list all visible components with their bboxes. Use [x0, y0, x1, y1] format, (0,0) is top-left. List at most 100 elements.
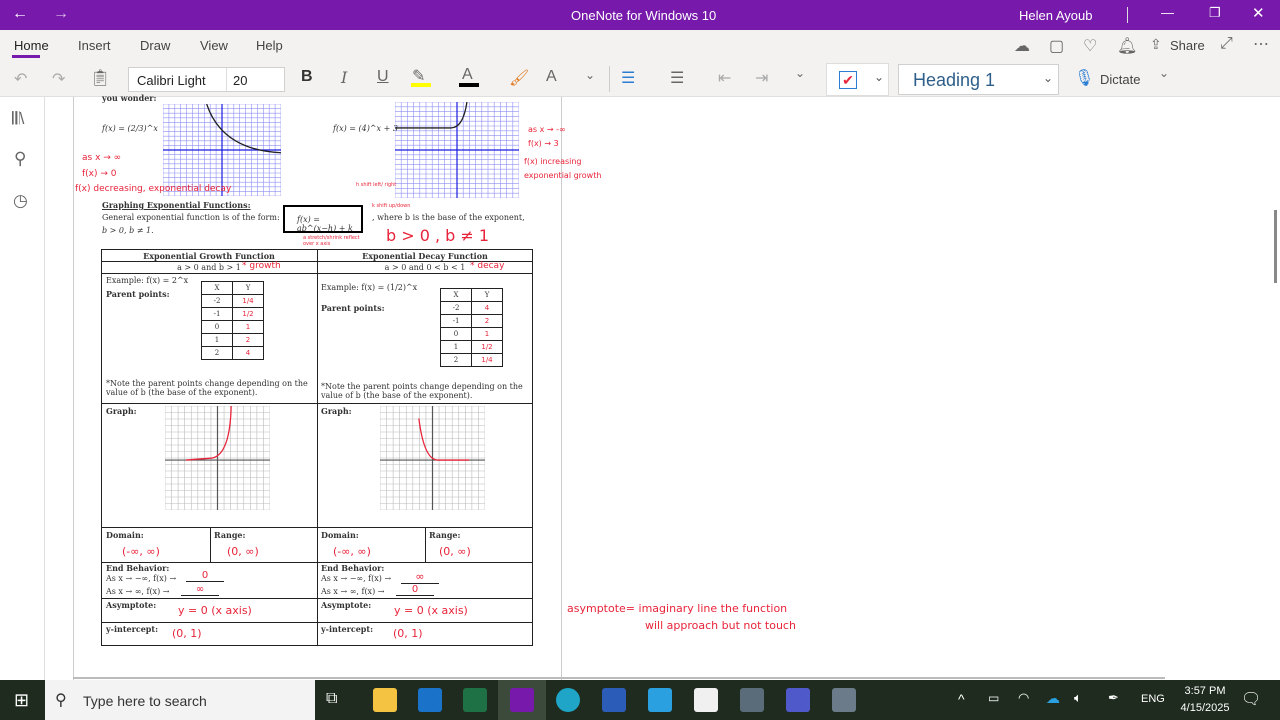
format-painter-icon[interactable]: 🖌︎ [509, 68, 529, 88]
recent-clock-icon[interactable]: ◷ [13, 191, 28, 211]
camera-icon[interactable] [832, 688, 856, 712]
divider [101, 403, 533, 404]
dictate-button[interactable]: Dictate [1100, 72, 1140, 87]
clock-date[interactable]: 4/15/2025 [1174, 702, 1236, 714]
edge-icon[interactable] [556, 688, 580, 712]
vertical-scrollbar[interactable] [1274, 210, 1277, 283]
battery-icon[interactable]: ▭ [988, 691, 999, 705]
divider [101, 598, 533, 599]
growth-condition: a > 0 and b > 1 [177, 263, 241, 272]
italic-button[interactable]: I [341, 68, 347, 87]
decay-domain-label: Domain: [321, 530, 359, 540]
store-icon[interactable] [694, 688, 718, 712]
restore-icon[interactable]: ❐ [1209, 5, 1221, 21]
taskbar-search[interactable]: ⚲ Type here to search [45, 680, 315, 720]
style-selector[interactable]: Heading 1 ⌄ [898, 64, 1059, 95]
underline-button[interactable]: U [377, 68, 389, 86]
tab-insert[interactable]: Insert [78, 38, 111, 53]
undo-icon[interactable]: ↶ [14, 69, 27, 89]
close-icon[interactable]: ✕ [1252, 4, 1265, 22]
chevron-down-icon[interactable]: ⌄ [874, 70, 884, 84]
search-icon[interactable]: ⚲ [14, 149, 26, 169]
function-1: f(x) = (2/3)^x [102, 124, 158, 133]
bold-button[interactable]: B [301, 68, 313, 86]
horizontal-scrollbar[interactable] [73, 677, 1165, 679]
decay-note: *Note the parent points change depending… [321, 382, 523, 400]
style-name[interactable]: Heading 1 [913, 70, 995, 91]
growth-end-2-value: ∞ [181, 584, 219, 596]
numbered-list-icon[interactable]: ☰ [670, 68, 684, 88]
ink-annotation-a: a stretch/shrink reflect over x axis [303, 235, 360, 247]
table-row: 24 [201, 346, 264, 360]
divider [425, 527, 426, 562]
minimize-icon[interactable]: — [1161, 5, 1174, 20]
clipboard-icon[interactable]: 📋︎ [90, 68, 110, 88]
font-size[interactable]: 20 [233, 73, 247, 88]
onedrive-icon[interactable]: ☁ [1046, 690, 1060, 707]
decrease-indent-icon[interactable]: ⇤ [718, 68, 731, 88]
decay-asymptote: y = 0 (x axis) [394, 604, 468, 617]
growth-graph [165, 406, 270, 510]
growth-example: Example: f(x) = 2^x [106, 276, 189, 285]
notebooks-icon[interactable]: 𝄃𝄃\ [12, 109, 24, 129]
todo-checkbox-icon[interactable]: ✔ [839, 71, 857, 89]
forward-arrow-icon[interactable]: → [53, 5, 69, 23]
excel-icon[interactable] [463, 688, 487, 712]
y-value: 1/2 [232, 307, 264, 321]
conditions-text: b > 0, b ≠ 1. [102, 226, 154, 235]
task-view-icon[interactable]: ⧉ [326, 690, 350, 714]
share-icon[interactable]: ⇪ [1150, 36, 1162, 53]
chevron-down-icon[interactable]: ⌄ [795, 66, 805, 80]
font-color-button[interactable]: A [462, 66, 473, 84]
redo-icon[interactable]: ↷ [52, 69, 65, 89]
pen-icon[interactable]: ✒ [1108, 690, 1119, 706]
tag-selector[interactable]: ✔ ⌄ [826, 63, 889, 96]
language[interactable]: ENG [1141, 693, 1165, 705]
back-arrow-icon[interactable]: ← [12, 5, 28, 23]
where-text: , where b is the base of the exponent, [372, 213, 525, 222]
file-explorer-icon[interactable] [373, 688, 397, 712]
tab-view[interactable]: View [200, 38, 228, 53]
tab-draw[interactable]: Draw [140, 38, 170, 53]
divider [317, 249, 318, 646]
sync-icon[interactable]: ☁ [1014, 36, 1030, 56]
search-placeholder[interactable]: Type here to search [83, 693, 207, 709]
bullet-list-icon[interactable]: ☰ [621, 68, 635, 88]
tab-home[interactable]: Home [14, 38, 49, 53]
wifi-icon[interactable]: ◠ [1018, 690, 1029, 706]
teams-icon[interactable] [786, 688, 810, 712]
chevron-down-icon[interactable]: ⌄ [585, 68, 595, 82]
cut-text: you wonder: [102, 93, 157, 103]
y-value: 1 [232, 320, 264, 334]
mail-icon[interactable] [648, 688, 672, 712]
chevron-down-icon[interactable]: ⌄ [1159, 66, 1169, 80]
left-nav: 𝄃𝄃\ ⚲ ◷ [0, 97, 45, 680]
fullscreen-icon[interactable]: ⤢ [1220, 35, 1233, 53]
growth-title: Exponential Growth Function [143, 251, 275, 261]
font-name[interactable]: Calibri Light [137, 73, 206, 88]
calculator-icon[interactable] [740, 688, 764, 712]
outlook-icon[interactable] [418, 688, 442, 712]
increase-indent-icon[interactable]: ⇥ [755, 68, 768, 88]
chevron-down-icon[interactable]: ⌄ [1043, 71, 1053, 85]
page-icon[interactable]: ▢ [1049, 36, 1064, 56]
share-button[interactable]: Share [1170, 38, 1205, 53]
microphone-icon[interactable]: 🎙︎ [1074, 68, 1094, 88]
decay-end-1-value: ∞ [401, 570, 439, 584]
onenote-icon[interactable] [510, 688, 534, 712]
lightbulb-icon[interactable]: ♡ [1083, 36, 1097, 56]
notifications-icon[interactable]: 🗨︎ [1241, 689, 1261, 709]
clear-formatting-icon[interactable]: A [546, 68, 557, 86]
y-value: 2 [471, 314, 503, 328]
font-selector[interactable]: Calibri Light 20 [128, 67, 285, 92]
user-name[interactable]: Helen Ayoub [1019, 8, 1093, 23]
volume-icon[interactable]: 🔈︎ [1074, 690, 1082, 706]
clock-time[interactable]: 3:57 PM [1180, 685, 1230, 697]
word-icon[interactable] [602, 688, 626, 712]
tab-help[interactable]: Help [256, 38, 283, 53]
more-icon[interactable]: ⋯ [1253, 34, 1269, 54]
windows-start-icon[interactable]: ⊞ [14, 690, 29, 711]
bell-icon[interactable]: 🔔︎ [1117, 36, 1137, 56]
growth-asymptote-label: Asymptote: [106, 600, 157, 610]
chevron-up-icon[interactable]: ^ [958, 691, 965, 707]
